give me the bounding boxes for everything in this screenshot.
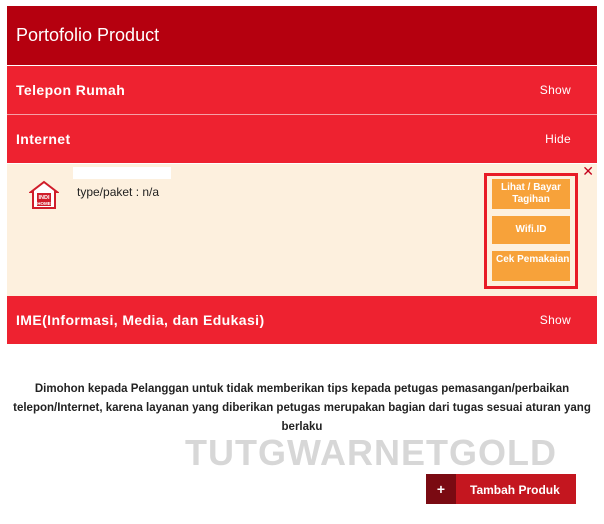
section-ime: IME(Informasi, Media, dan Edukasi) Show	[7, 296, 597, 344]
masked-field	[73, 167, 171, 179]
hide-toggle-internet[interactable]: Hide	[545, 132, 571, 146]
section-label: IME(Informasi, Media, dan Edukasi)	[16, 312, 265, 328]
plus-icon: +	[426, 474, 456, 504]
view-pay-bill-button[interactable]: Lihat / Bayar Tagihan	[492, 179, 570, 209]
indihome-logo-icon: INDI HOME	[29, 180, 59, 209]
close-icon[interactable]: ✕	[582, 164, 594, 178]
section-label: Internet	[16, 131, 71, 147]
wifi-id-button[interactable]: Wifi.ID	[492, 216, 570, 244]
action-button-group: Lihat / Bayar Tagihan Wifi.ID Cek Pemaka…	[484, 173, 578, 289]
section-label: Telepon Rumah	[16, 82, 126, 98]
section-telepon-rumah: Telepon Rumah Show	[7, 66, 597, 114]
internet-panel: INDI HOME type/paket : n/a ✕ Lihat / Bay…	[7, 164, 597, 296]
logo-text-bottom: HOME	[37, 201, 51, 206]
add-product-label: Tambah Produk	[470, 483, 560, 497]
page-title: Portofolio Product	[16, 25, 160, 45]
package-type: type/paket : n/a	[77, 185, 160, 199]
section-internet: Internet Hide	[7, 115, 597, 163]
show-toggle-telepon[interactable]: Show	[540, 83, 571, 97]
watermark: TUTGWARNETGOLD	[185, 432, 557, 473]
show-toggle-ime[interactable]: Show	[540, 313, 571, 327]
page-header: Portofolio Product	[7, 6, 597, 65]
check-usage-button[interactable]: Cek Pemakaian	[492, 251, 570, 281]
add-product-button[interactable]: + Tambah Produk	[426, 474, 576, 504]
customer-notice: Dimohon kepada Pelanggan untuk tidak mem…	[13, 383, 591, 433]
